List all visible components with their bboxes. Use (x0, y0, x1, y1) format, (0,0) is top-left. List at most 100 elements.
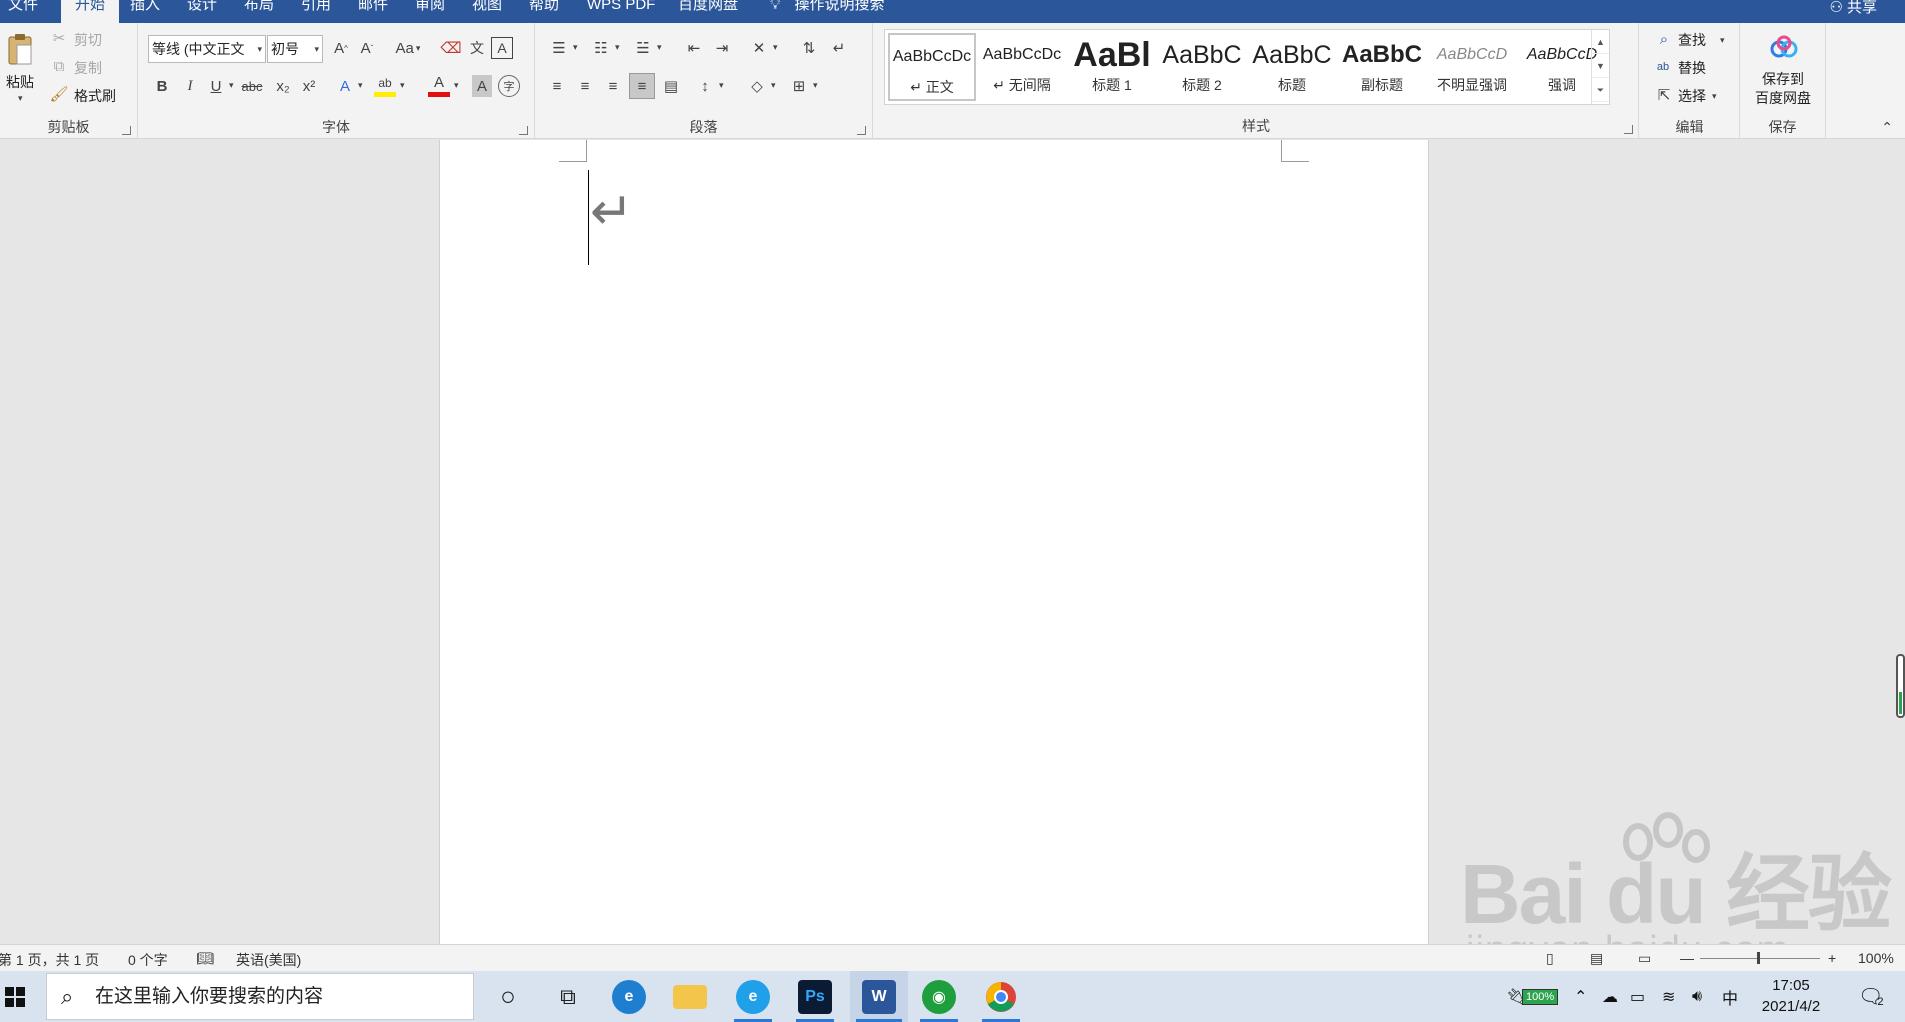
paste-button[interactable] (6, 31, 34, 67)
find-button[interactable]: 查找 (1678, 30, 1706, 50)
vertical-scrollbar[interactable] (1896, 654, 1905, 718)
sort-icon[interactable]: ⇅ (797, 37, 821, 59)
font-size-dropdown-icon[interactable]: ▾ (314, 36, 319, 62)
cortana-icon[interactable]: ○ (488, 971, 528, 1022)
character-shading-icon[interactable]: A (472, 75, 492, 97)
tab-baidu-netdisk[interactable]: 百度网盘 (678, 0, 738, 23)
align-left-icon[interactable]: ≡ (545, 75, 569, 97)
chinese-layout-dropdown-icon[interactable]: ▾ (773, 42, 778, 53)
bullets-dropdown-icon[interactable]: ▾ (573, 42, 578, 53)
align-center-icon[interactable]: ≡ (573, 75, 597, 97)
zoom-out-button[interactable]: — (1680, 950, 1694, 966)
proofing-icon[interactable]: 📖︎ (196, 950, 214, 967)
tab-mailings[interactable]: 邮件 (358, 0, 388, 23)
font-dialog-launcher[interactable] (519, 126, 528, 135)
grow-font-icon[interactable]: A ^ (330, 37, 352, 59)
multilevel-list-icon[interactable]: ☱ (631, 37, 655, 59)
tab-layout[interactable]: 布局 (244, 0, 274, 23)
justify-icon[interactable]: ≡ (629, 73, 655, 99)
character-border-icon[interactable]: A (491, 37, 513, 59)
print-layout-icon[interactable]: ▤ (1590, 950, 1603, 967)
shading-dropdown-icon[interactable]: ▾ (771, 80, 776, 91)
text-effects-icon[interactable]: A (334, 75, 356, 97)
numbering-icon[interactable]: ☷ (589, 37, 613, 59)
tab-view[interactable]: 视图 (472, 0, 502, 23)
bold-button[interactable]: B (152, 75, 172, 97)
zoom-level[interactable]: 100% (1858, 950, 1894, 966)
taskbar-app-file-explorer[interactable] (666, 971, 714, 1022)
style-no-spacing[interactable]: AaBbCcDc ↵ 无间隔 (978, 33, 1066, 101)
shading-icon[interactable]: ◇ (745, 75, 769, 97)
style-subtle-emphasis[interactable]: AaBbCcD 不明显强调 (1428, 33, 1516, 101)
increase-indent-icon[interactable]: ⇥ (710, 37, 734, 59)
paragraph-dialog-launcher[interactable] (857, 126, 866, 135)
multilevel-dropdown-icon[interactable]: ▾ (657, 42, 662, 53)
style-title[interactable]: AaBbC 标题 (1248, 33, 1336, 101)
tell-me-search[interactable]: 💡︎ 操作说明搜索 (770, 0, 885, 23)
bullets-icon[interactable]: ☰ (547, 37, 571, 59)
cut-button[interactable]: 剪切 (74, 30, 102, 50)
document-page[interactable]: ↵ (439, 140, 1429, 944)
font-color-dropdown-icon[interactable]: ▾ (454, 80, 459, 91)
taskbar-app-chrome[interactable] (976, 971, 1026, 1022)
distributed-icon[interactable]: ▤ (659, 75, 683, 97)
highlight-color-icon[interactable]: ab (374, 73, 396, 97)
task-view-icon[interactable]: ⧉ (548, 971, 588, 1022)
save-to-baidu-button[interactable]: 保存到 百度网盘 (1740, 29, 1826, 107)
onedrive-icon[interactable]: ☁ (1602, 971, 1618, 1022)
select-button[interactable]: 选择 (1678, 86, 1706, 106)
paste-dropdown-icon[interactable]: ▾ (18, 93, 23, 104)
style-heading-1[interactable]: AaBl 标题 1 (1068, 33, 1156, 101)
battery-indicator[interactable]: 100% (1522, 971, 1559, 1022)
text-effects-dropdown-icon[interactable]: ▾ (358, 80, 363, 91)
taskbar-app-word[interactable]: W (850, 971, 908, 1022)
style-normal[interactable]: AaBbCcDc ↵ 正文 (888, 33, 976, 101)
subscript-button[interactable]: x₂ (272, 75, 294, 97)
change-case-button[interactable]: Aa ▾ (391, 37, 425, 59)
zoom-in-button[interactable]: + (1828, 950, 1836, 966)
font-name-dropdown-icon[interactable]: ▾ (257, 36, 262, 62)
underline-button[interactable]: U (206, 75, 226, 97)
zoom-slider-thumb[interactable] (1757, 952, 1760, 964)
taskbar-search-box[interactable]: ⌕ 在这里输入你要搜索的内容 (46, 973, 474, 1020)
tab-review[interactable]: 审阅 (415, 0, 445, 23)
paste-label[interactable]: 粘贴 (6, 72, 34, 92)
ime-indicator[interactable]: 中 (1722, 971, 1738, 1022)
superscript-button[interactable]: x² (298, 75, 320, 97)
styles-dialog-launcher[interactable] (1624, 125, 1633, 134)
battery-icon[interactable]: ▭ (1630, 971, 1645, 1022)
highlight-dropdown-icon[interactable]: ▾ (400, 80, 405, 91)
strikethrough-button[interactable]: abc (238, 75, 266, 97)
borders-icon[interactable]: ⊞ (787, 75, 811, 97)
gallery-more-icon[interactable]: ⏷ (1592, 78, 1609, 102)
style-subtitle[interactable]: AaBbC 副标题 (1338, 33, 1426, 101)
taskbar-app-edge[interactable]: e (605, 971, 653, 1022)
shrink-font-icon[interactable]: Aˇ (356, 37, 378, 59)
collapse-ribbon-icon[interactable]: ⌃ (1881, 119, 1893, 136)
wifi-icon[interactable]: ≋ (1662, 971, 1675, 1022)
web-layout-icon[interactable]: ▭ (1638, 950, 1651, 967)
line-spacing-dropdown-icon[interactable]: ▾ (719, 80, 724, 91)
decrease-indent-icon[interactable]: ⇤ (682, 37, 706, 59)
phonetic-guide-icon[interactable]: 文 (466, 37, 488, 59)
find-dropdown-icon[interactable]: ▾ (1720, 35, 1725, 46)
taskbar-app-photoshop[interactable]: Ps (790, 971, 840, 1022)
underline-dropdown-icon[interactable]: ▾ (229, 80, 234, 91)
italic-button[interactable]: I (180, 75, 200, 97)
clipboard-dialog-launcher[interactable] (122, 126, 131, 135)
taskbar-app-ie[interactable]: e (728, 971, 778, 1022)
tab-help[interactable]: 帮助 (529, 0, 559, 23)
align-right-icon[interactable]: ≡ (601, 75, 625, 97)
line-spacing-icon[interactable]: ↕ (693, 75, 717, 97)
show-hidden-icons[interactable]: ⌃ (1574, 971, 1587, 1022)
tab-home[interactable]: 开始 (61, 0, 120, 23)
tab-design[interactable]: 设计 (187, 0, 217, 23)
tab-file[interactable]: 文件 (8, 0, 38, 23)
style-heading-2[interactable]: AaBbC 标题 2 (1158, 33, 1246, 101)
show-marks-icon[interactable]: ↵ (827, 37, 851, 59)
zoom-slider[interactable] (1700, 952, 1820, 964)
font-size-combo[interactable]: 初号 ▾ (267, 35, 323, 63)
tab-insert[interactable]: 插入 (130, 0, 160, 23)
read-mode-icon[interactable]: ▯ (1546, 950, 1554, 967)
enclose-characters-icon[interactable]: 字 (498, 75, 520, 97)
